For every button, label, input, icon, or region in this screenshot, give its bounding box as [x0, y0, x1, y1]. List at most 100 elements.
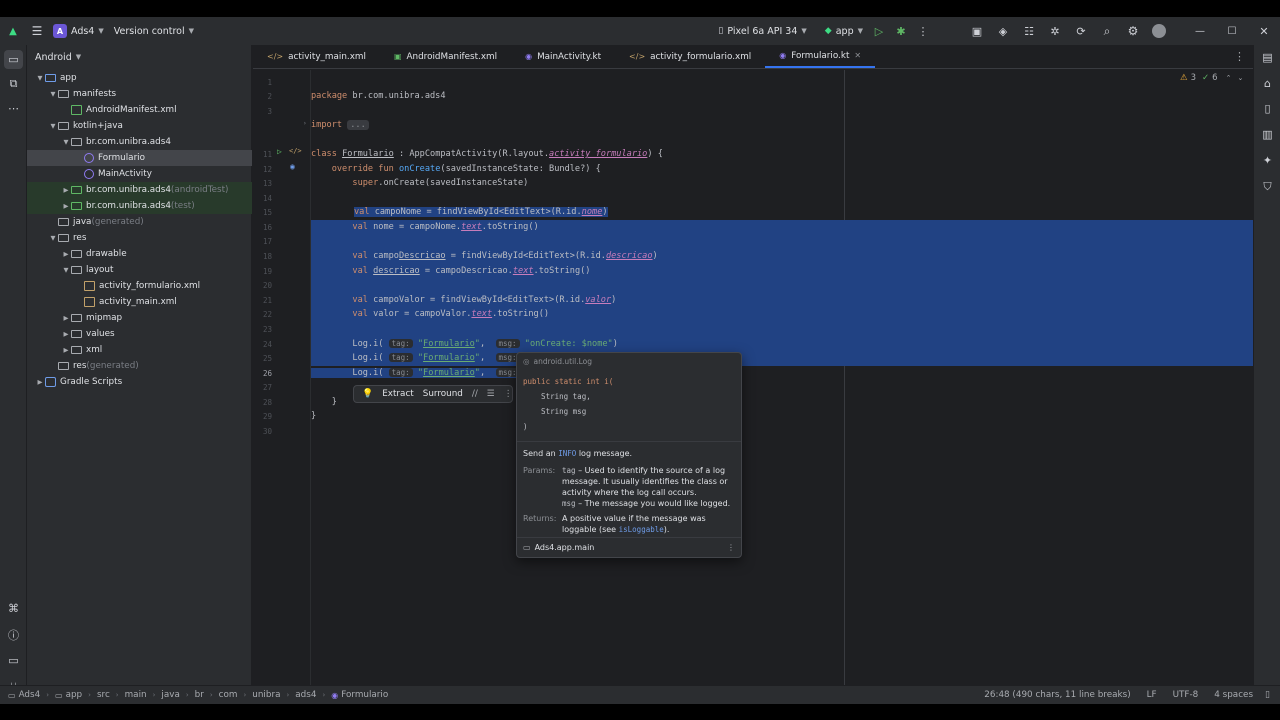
gemini-icon[interactable]: ✦ — [1260, 153, 1275, 168]
debug-icon[interactable]: ✱ — [890, 25, 912, 38]
more-icon[interactable]: ⋮ — [504, 389, 513, 399]
tree-item[interactable]: ▶ Gradle Scripts — [27, 374, 252, 390]
chevron-right-icon[interactable]: ▶ — [61, 330, 71, 338]
doc-returns-link[interactable]: isLoggable — [619, 525, 664, 534]
project-view-selector[interactable]: Android ▼ — [27, 45, 251, 69]
editor-tab[interactable]: ◉ Formulario.kt ✕ — [765, 45, 876, 68]
layout-inspector-icon[interactable]: ☷ — [1016, 25, 1042, 38]
run-icon[interactable]: ▷ — [868, 25, 890, 38]
device-manager-icon[interactable]: ▯ — [1260, 101, 1275, 116]
main-menu-icon[interactable]: ☰ — [26, 24, 48, 38]
close-icon[interactable]: ✕ — [1248, 25, 1280, 38]
code-editor[interactable]: 1 2 3 11 12 13 14 15 16 17 18 19 20 21 22 23 24 25 26 27 28 2… — [253, 70, 1253, 685]
breadcrumb-item[interactable]: com — [219, 690, 238, 700]
editor-tab[interactable]: </> activity_formulario.xml — [615, 45, 765, 68]
breadcrumb-item[interactable]: src — [97, 690, 110, 700]
chevron-right-icon[interactable]: ▶ — [35, 378, 45, 386]
chevron-down-icon[interactable]: ⌄ — [1237, 74, 1243, 82]
chevron-down-icon[interactable]: ▼ — [48, 122, 58, 130]
chevron-up-icon[interactable]: ⌃ — [1226, 74, 1232, 82]
running-devices-icon[interactable]: ▥ — [1260, 127, 1275, 142]
tree-item[interactable]: ▼ res — [27, 230, 252, 246]
format-icon[interactable]: ☰ — [487, 389, 495, 399]
avatar[interactable] — [1146, 24, 1172, 38]
chevron-right-icon[interactable]: ▶ — [61, 250, 71, 258]
device-selector[interactable]: ▯ Pixel 6a API 34 ▼ — [713, 20, 811, 42]
chevron-down-icon[interactable]: ▼ — [48, 90, 58, 98]
inspection-widget[interactable]: ⚠ 3 ✓ 6 ⌃ ⌄ — [1180, 69, 1244, 87]
chevron-right-icon[interactable]: ▶ — [61, 202, 71, 210]
tab-options-icon[interactable]: ⋮ — [1234, 50, 1245, 63]
tree-item[interactable]: ▼ br.com.unibra.ads4 — [27, 134, 252, 150]
breadcrumb-item[interactable]: ◉ Formulario — [331, 690, 388, 700]
structure-icon[interactable]: ⧉ — [6, 76, 21, 91]
layout-gutter-icon[interactable]: </> — [289, 147, 302, 155]
breadcrumb-item[interactable]: java — [161, 690, 179, 700]
run-gutter-icon[interactable]: ▷ — [277, 147, 282, 156]
tree-item[interactable]: Formulario — [27, 150, 252, 166]
chevron-down-icon[interactable]: ▼ — [61, 138, 71, 146]
tree-item[interactable]: ▶ br.com.unibra.ads4 (androidTest) — [27, 182, 252, 198]
surround-button[interactable]: Surround — [423, 389, 463, 399]
breadcrumb-item[interactable]: br — [195, 690, 204, 700]
chevron-down-icon[interactable]: ▼ — [48, 234, 58, 242]
bug-icon[interactable]: ✲ — [1042, 25, 1068, 38]
tree-item[interactable]: ▶ values — [27, 326, 252, 342]
chevron-right-icon[interactable]: ▶ — [61, 186, 71, 194]
tree-item[interactable]: java (generated) — [27, 214, 252, 230]
gradle-icon[interactable]: ⌂ — [1260, 76, 1275, 91]
tree-item[interactable]: activity_formulario.xml — [27, 278, 252, 294]
more-icon[interactable]: ⋯ — [6, 101, 21, 116]
tree-item[interactable]: ▼ kotlin+java — [27, 118, 252, 134]
terminal-icon[interactable]: ▭ — [6, 653, 21, 668]
editor-tab[interactable]: ◉ MainActivity.kt — [511, 45, 615, 68]
project-selector[interactable]: A Ads4 ▼ — [48, 20, 109, 42]
override-gutter-icon[interactable]: ◉ — [290, 162, 295, 171]
line-separator[interactable]: LF — [1147, 690, 1157, 700]
editor-tab[interactable]: ▣ AndroidManifest.xml — [380, 45, 511, 68]
lock-icon[interactable]: ▯ — [1265, 690, 1270, 700]
folder-icon[interactable]: ▭ — [4, 50, 23, 69]
chevron-down-icon[interactable]: ▼ — [35, 74, 45, 82]
file-encoding[interactable]: UTF-8 — [1173, 690, 1199, 700]
translate-icon[interactable]: ◈ — [990, 25, 1016, 38]
indent-setting[interactable]: 4 spaces — [1214, 690, 1253, 700]
close-tab-icon[interactable]: ✕ — [854, 51, 861, 60]
search-icon[interactable]: ⌕ — [1094, 24, 1120, 39]
caret-position[interactable]: 26:48 (490 chars, 11 line breaks) — [984, 690, 1130, 700]
bulb-icon[interactable]: 💡 — [362, 389, 373, 399]
tree-item[interactable]: res (generated) — [27, 358, 252, 374]
editor-tab[interactable]: </> activity_main.xml — [253, 45, 380, 68]
chevron-right-icon[interactable]: ▶ — [61, 346, 71, 354]
device-manager-icon[interactable]: ▣ — [964, 25, 990, 38]
logcat-icon[interactable]: ⌘ — [6, 601, 21, 616]
tree-item[interactable]: ▶ br.com.unibra.ads4 (test) — [27, 198, 252, 214]
tree-item[interactable]: ▶ mipmap — [27, 310, 252, 326]
settings-icon[interactable]: ⚙ — [1120, 24, 1146, 38]
more-icon[interactable]: ⋮ — [727, 543, 735, 552]
run-config-selector[interactable]: ◆ app ▼ — [820, 20, 868, 42]
breadcrumb-item[interactable]: unibra — [252, 690, 280, 700]
fold-icon[interactable]: › — [303, 120, 307, 127]
chevron-down-icon[interactable]: ▼ — [61, 266, 71, 274]
breadcrumb-item[interactable]: ▭ app — [55, 690, 82, 700]
breadcrumb-item[interactable]: main — [125, 690, 147, 700]
tree-item[interactable]: MainActivity — [27, 166, 252, 182]
breadcrumb-item[interactable]: ads4 — [295, 690, 316, 700]
minimize-icon[interactable]: — — [1184, 26, 1216, 37]
tree-item[interactable]: activity_main.xml — [27, 294, 252, 310]
more-actions-icon[interactable]: ⋮ — [912, 25, 934, 38]
tree-item[interactable]: ▼ layout — [27, 262, 252, 278]
tree-item[interactable]: ▼ app — [27, 70, 252, 86]
tree-item[interactable]: ▶ xml — [27, 342, 252, 358]
extract-button[interactable]: Extract — [382, 389, 414, 399]
tree-item[interactable]: AndroidManifest.xml — [27, 102, 252, 118]
sync-icon[interactable]: ⟳ — [1068, 25, 1094, 38]
maximize-icon[interactable]: ☐ — [1216, 26, 1248, 37]
tree-item[interactable]: ▶ drawable — [27, 246, 252, 262]
notifications-icon[interactable]: ▤ — [1260, 50, 1275, 65]
security-icon[interactable]: ⛉ — [1260, 179, 1275, 194]
problems-icon[interactable]: ⓘ — [6, 627, 21, 642]
comment-icon[interactable]: // — [472, 389, 478, 399]
vcs-selector[interactable]: Version control ▼ — [109, 20, 199, 42]
